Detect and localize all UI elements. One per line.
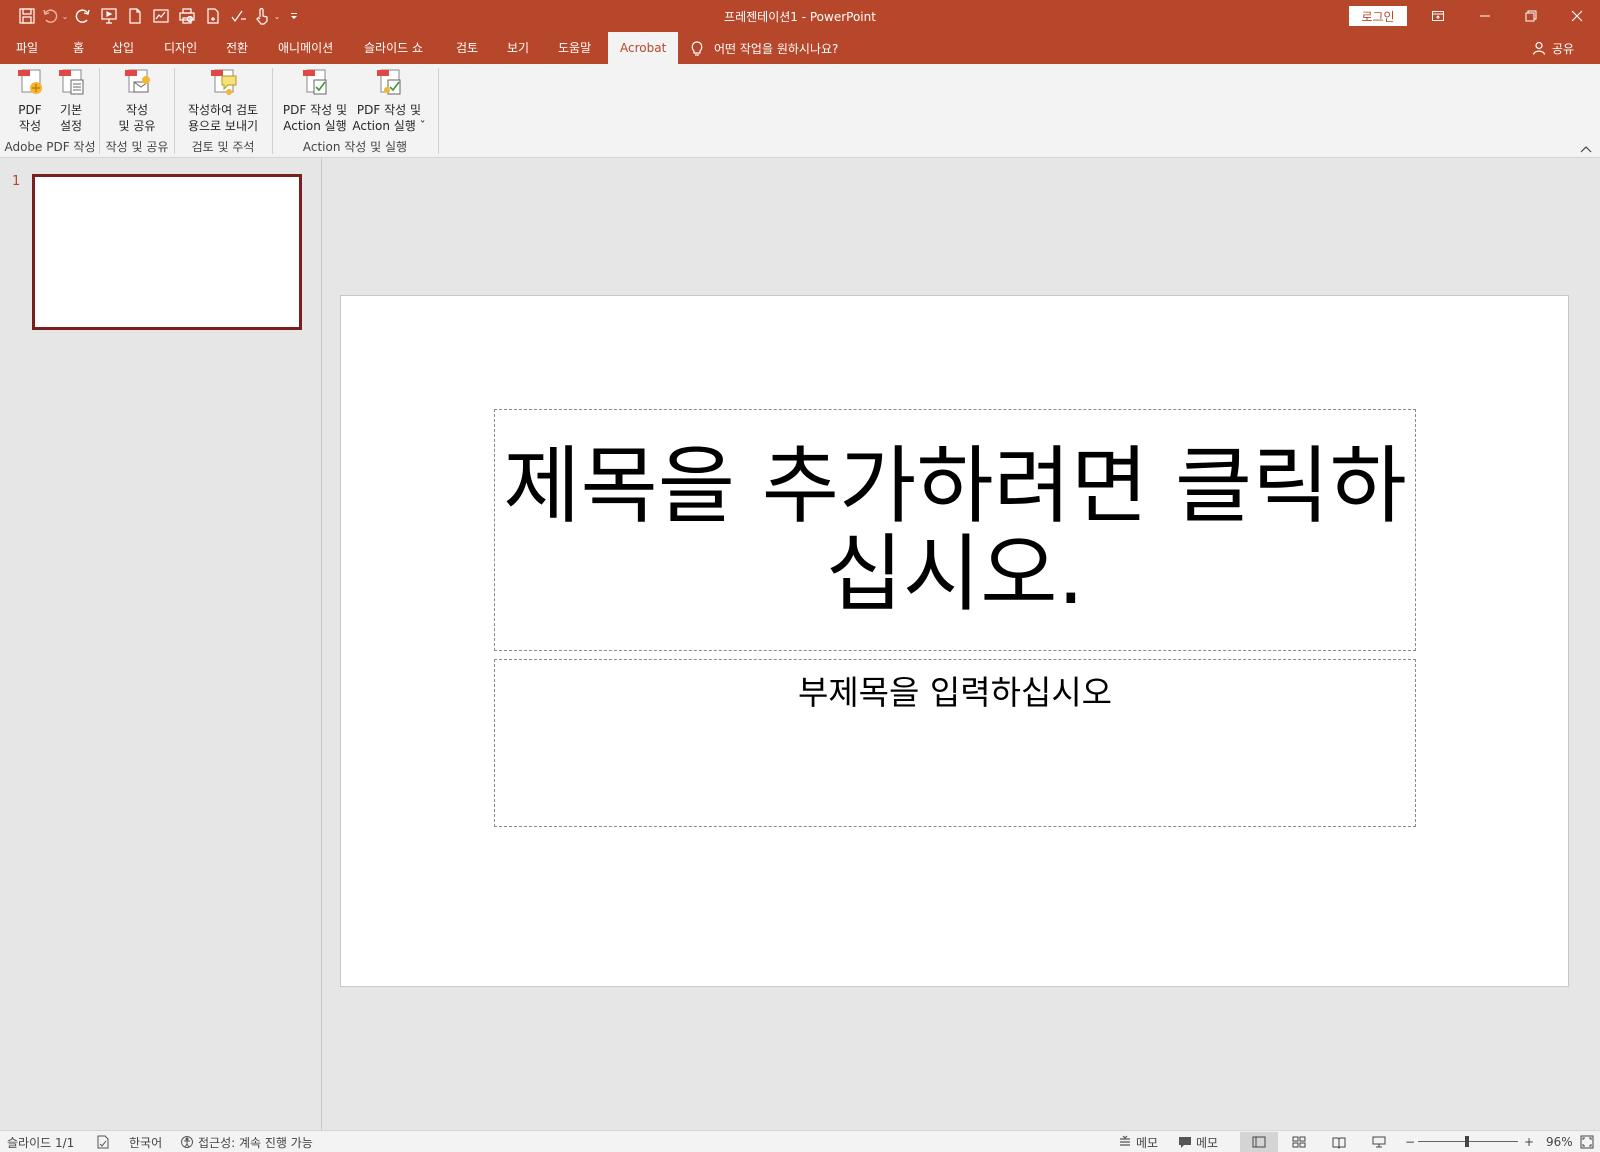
- zoom-out-button[interactable]: −: [1405, 1131, 1415, 1152]
- tab-file[interactable]: 파일: [16, 32, 38, 64]
- preferences-label: 기본 설정: [59, 103, 83, 133]
- preferences-button[interactable]: 기본 설정: [51, 66, 91, 134]
- ribbon-display-options-icon[interactable]: [1415, 0, 1461, 32]
- login-button[interactable]: 로그인: [1349, 6, 1407, 26]
- create-pdf-run-action-dropdown-button[interactable]: PDF 작성 및 Action 실행 ˇ: [352, 66, 426, 134]
- new-icon[interactable]: [122, 4, 148, 28]
- group-label-action: Action 작성 및 실행: [302, 140, 408, 154]
- create-pdf-icon: [18, 69, 42, 94]
- undo-dropdown-icon[interactable]: ⌄: [60, 4, 70, 28]
- group-label-review-comment: 검토 및 주석: [191, 140, 255, 154]
- group-separator: [99, 68, 100, 154]
- preferences-icon: [59, 69, 84, 95]
- send-for-review-button[interactable]: 작성하여 검토 용으로 보내기: [180, 66, 266, 134]
- status-bar: 슬라이드 1/1 한국어 접근성: 계속 진행 가능 메모 메모 − + 96%: [0, 1130, 1600, 1152]
- create-pdf-label: PDF 작성: [18, 103, 42, 133]
- touch-mode-dropdown-icon[interactable]: ⌄: [272, 4, 282, 28]
- slide-thumbnail[interactable]: [32, 174, 302, 330]
- title-placeholder[interactable]: 제목을 추가하려면 클릭하십시오.: [494, 409, 1416, 651]
- tab-insert[interactable]: 삽입: [112, 32, 134, 64]
- zoom-slider-thumb[interactable]: [1465, 1136, 1469, 1147]
- title-bar: ⌄ ⌄ 프레젠테이션1 - PowerPoint 로그인: [0, 0, 1600, 32]
- create-pdf-button[interactable]: PDF 작성: [10, 66, 50, 134]
- thumbnail-number: 1: [12, 174, 21, 189]
- tab-acrobat[interactable]: Acrobat: [608, 32, 679, 64]
- notes-button[interactable]: 메모: [1118, 1131, 1158, 1152]
- tab-slide-show[interactable]: 슬라이드 쇼: [364, 32, 423, 64]
- sign-icon[interactable]: [148, 4, 174, 28]
- send-for-review-label: 작성하여 검토 용으로 보내기: [187, 103, 259, 133]
- undo-icon[interactable]: [40, 4, 60, 28]
- quick-access-toolbar: ⌄ ⌄: [14, 4, 306, 28]
- fit-slide-icon[interactable]: [1580, 1131, 1594, 1152]
- touch-mode-icon[interactable]: [252, 4, 272, 28]
- document-icon[interactable]: [200, 4, 226, 28]
- start-presentation-icon[interactable]: [96, 4, 122, 28]
- accessibility-label: 접근성: 계속 진행 가능: [198, 1135, 313, 1150]
- accessibility-status[interactable]: 접근성: 계속 진행 가능: [180, 1131, 313, 1152]
- title-placeholder-text: 제목을 추가하려면 클릭하십시오.: [503, 437, 1407, 623]
- slide-count: 슬라이드 1/1: [7, 1135, 75, 1150]
- comments-label: 메모: [1196, 1135, 1219, 1150]
- normal-view-button[interactable]: [1240, 1132, 1278, 1152]
- tab-help[interactable]: 도움말: [558, 32, 591, 64]
- create-and-share-label: 작성 및 공유: [118, 103, 156, 133]
- zoom-percent[interactable]: 96%: [1546, 1131, 1573, 1152]
- collapse-ribbon-icon[interactable]: [1579, 144, 1593, 154]
- comments-button[interactable]: 메모: [1178, 1131, 1218, 1152]
- accessibility-icon: [181, 1136, 193, 1148]
- ribbon-acrobat: PDF 작성 기본 설정 Adobe PDF 작성 작성 및 공유 작성 및 공…: [0, 64, 1600, 158]
- tab-home[interactable]: 홈: [73, 32, 84, 64]
- create-pdf-run-action-icon: [303, 69, 327, 95]
- print-preview-icon[interactable]: [174, 4, 200, 28]
- slide-sorter-icon: [1292, 1136, 1306, 1148]
- create-and-share-icon: [125, 69, 150, 93]
- person-icon: [1532, 41, 1546, 55]
- tell-me-search[interactable]: 어떤 작업을 원하시나요?: [690, 32, 838, 64]
- slide-show-view-button[interactable]: [1360, 1132, 1398, 1152]
- tab-animations[interactable]: 애니메이션: [278, 32, 333, 64]
- redo-icon[interactable]: [70, 4, 96, 28]
- language-status[interactable]: 한국어: [129, 1131, 162, 1152]
- create-pdf-run-action-dropdown-label: PDF 작성 및 Action 실행 ˇ: [352, 103, 426, 133]
- customize-icon[interactable]: [282, 4, 306, 28]
- group-label-create-share: 작성 및 공유: [105, 140, 169, 154]
- share-label: 공유: [1552, 41, 1575, 56]
- close-icon[interactable]: [1554, 0, 1600, 32]
- group-separator: [438, 68, 439, 154]
- slide-canvas[interactable]: 제목을 추가하려면 클릭하십시오. 부제목을 입력하십시오: [340, 295, 1569, 987]
- reading-view-button[interactable]: [1320, 1132, 1358, 1152]
- comment-icon: [1179, 1137, 1191, 1148]
- subtitle-placeholder-text: 부제목을 입력하십시오: [797, 673, 1113, 712]
- send-for-review-icon: [211, 69, 237, 95]
- subtitle-placeholder[interactable]: 부제목을 입력하십시오: [494, 659, 1416, 827]
- tab-design[interactable]: 디자인: [164, 32, 197, 64]
- tell-me-placeholder: 어떤 작업을 원하시나요?: [714, 41, 839, 56]
- create-pdf-run-action-button[interactable]: PDF 작성 및 Action 실행: [279, 66, 351, 134]
- slide-thumbnail-pane: 1: [0, 158, 322, 1130]
- normal-view-icon: [1252, 1136, 1266, 1148]
- slide-show-icon: [1372, 1136, 1386, 1148]
- slide-sorter-view-button[interactable]: [1280, 1132, 1318, 1152]
- spelling-icon[interactable]: [226, 4, 252, 28]
- create-pdf-run-action-label: PDF 작성 및 Action 실행: [282, 103, 348, 133]
- create-and-share-button[interactable]: 작성 및 공유: [112, 66, 162, 134]
- restore-icon[interactable]: [1508, 0, 1554, 32]
- lightbulb-icon: [691, 41, 703, 56]
- create-pdf-run-action-dropdown-icon: [377, 69, 401, 95]
- notes-icon: [1120, 1135, 1130, 1146]
- zoom-in-button[interactable]: +: [1524, 1131, 1534, 1152]
- ribbon-tabs: 파일 홈 삽입 디자인 전환 애니메이션 슬라이드 쇼 검토 보기 도움말 Ac…: [0, 32, 1600, 64]
- notes-label: 메모: [1136, 1135, 1159, 1150]
- group-label-adobe-pdf: Adobe PDF 작성: [4, 140, 96, 154]
- tab-view[interactable]: 보기: [507, 32, 529, 64]
- save-icon[interactable]: [14, 4, 40, 28]
- spelling-status-icon[interactable]: [96, 1131, 110, 1152]
- reading-view-icon: [1332, 1137, 1346, 1149]
- share-button[interactable]: 공유: [1532, 32, 1574, 64]
- tab-transitions[interactable]: 전환: [226, 32, 248, 64]
- minimize-icon[interactable]: [1462, 0, 1508, 32]
- tab-review[interactable]: 검토: [456, 32, 478, 64]
